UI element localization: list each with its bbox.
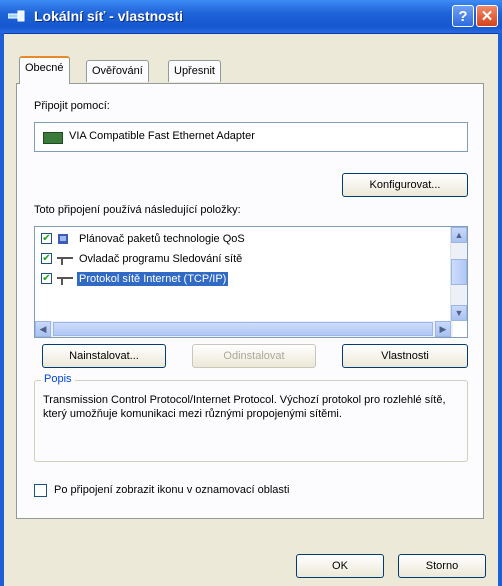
list-item-selected[interactable]: ✔ Protokol sítě Internet (TCP/IP) <box>39 271 439 289</box>
window-frame-left <box>0 33 4 586</box>
scroll-right-icon[interactable]: ▶ <box>435 321 451 337</box>
tab-general[interactable]: Obecné <box>19 56 70 84</box>
scroll-left-icon[interactable]: ◀ <box>35 321 51 337</box>
properties-button[interactable]: Vlastnosti <box>342 344 468 368</box>
ok-button[interactable]: OK <box>296 554 384 578</box>
list-item[interactable]: ✔ Ovladač programu Sledování sítě <box>39 251 439 269</box>
qos-scheduler-icon <box>58 234 68 244</box>
scroll-down-icon[interactable]: ▼ <box>451 305 467 321</box>
item-label: Plánovač paketů technologie QoS <box>79 233 245 245</box>
network-protocol-icon <box>57 277 73 285</box>
window-title: Lokální síť - vlastnosti <box>34 8 184 24</box>
description-text: Transmission Control Protocol/Internet P… <box>43 394 446 420</box>
adapter-field: VIA Compatible Fast Ethernet Adapter <box>34 122 468 152</box>
cancel-button[interactable]: Storno <box>398 554 486 578</box>
install-button[interactable]: Nainstalovat... <box>42 344 166 368</box>
help-button[interactable]: ? <box>452 5 474 27</box>
uninstall-button[interactable]: Odinstalovat <box>192 344 316 368</box>
network-adapter-icon <box>43 132 63 144</box>
title-bar[interactable]: Lokální síť - vlastnosti ? ✕ <box>0 0 502 34</box>
vertical-scrollbar[interactable]: ▲ ▼ <box>450 227 467 321</box>
item-checkbox[interactable]: ✔ <box>41 253 52 264</box>
item-label: Protokol sítě Internet (TCP/IP) <box>77 272 229 286</box>
scroll-up-icon[interactable]: ▲ <box>451 227 467 243</box>
item-label: Ovladač programu Sledování sítě <box>79 253 243 265</box>
tab-authentication[interactable]: Ověřování <box>86 60 149 82</box>
vertical-scroll-thumb[interactable] <box>451 259 467 285</box>
item-checkbox[interactable]: ✔ <box>41 233 52 244</box>
connect-using-label: Připojit pomocí: <box>34 100 110 112</box>
show-icon-label: Po připojení zobrazit ikonu v oznamovací… <box>54 484 290 496</box>
horizontal-scrollbar[interactable]: ◀ ▶ <box>35 321 453 337</box>
description-group: Popis Transmission Control Protocol/Inte… <box>34 373 468 462</box>
adapter-name: VIA Compatible Fast Ethernet Adapter <box>69 130 255 142</box>
configure-button[interactable]: Konfigurovat... <box>342 173 468 197</box>
show-icon-checkbox[interactable] <box>34 484 47 497</box>
network-connection-icon <box>8 10 25 22</box>
components-list[interactable]: ✔ Plánovač paketů technologie QoS ✔ Ovla… <box>34 226 468 338</box>
tab-advanced[interactable]: Upřesnit <box>168 60 221 82</box>
components-label: Toto připojení používá následující polož… <box>34 204 241 216</box>
list-item[interactable]: ✔ Plánovač paketů technologie QoS <box>39 231 439 249</box>
close-button[interactable]: ✕ <box>476 5 498 27</box>
description-title: Popis <box>41 373 75 385</box>
item-checkbox[interactable]: ✔ <box>41 273 52 284</box>
horizontal-scroll-thumb[interactable] <box>53 322 433 336</box>
window-frame-right <box>498 33 502 586</box>
network-protocol-icon <box>57 257 73 265</box>
